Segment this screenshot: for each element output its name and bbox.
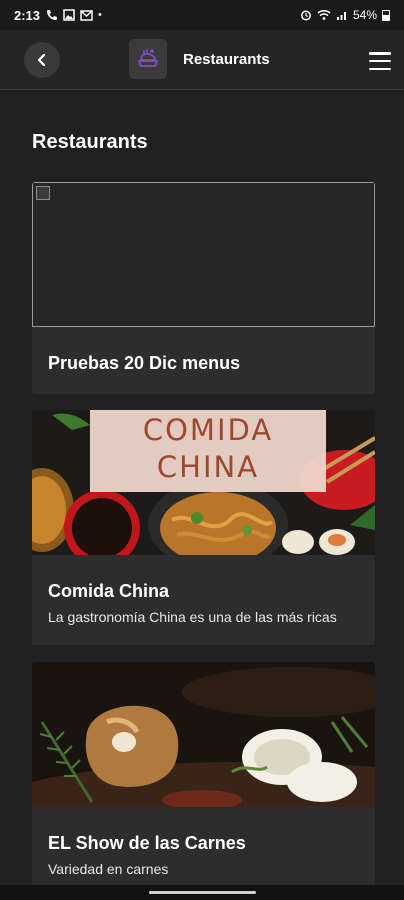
banner-text-china: CHINA <box>157 450 259 484</box>
chevron-left-icon <box>37 53 46 67</box>
home-gesture-handle[interactable] <box>149 891 256 894</box>
back-button[interactable] <box>24 42 60 78</box>
dot-icon: • <box>98 9 102 21</box>
app-logo <box>129 39 167 79</box>
hamburger-menu-button[interactable] <box>369 52 391 70</box>
signal-icon <box>336 12 346 20</box>
hamburger-menu-icon <box>369 52 391 55</box>
notification-icons: • <box>46 9 102 21</box>
restaurant-card[interactable]: Pruebas 20 Dic menus <box>32 182 375 394</box>
restaurant-name: Pruebas 20 Dic menus <box>48 353 241 373</box>
app-bar-title: Restaurants <box>183 51 270 68</box>
chinese-food-photo: COMIDA CHINA <box>32 410 375 555</box>
mail-icon <box>80 9 93 21</box>
gesture-navigation-bar <box>0 885 404 900</box>
restaurant-card[interactable]: COMIDA CHINA Comida China La gastronomía… <box>32 410 375 645</box>
restaurant-name: EL Show de las Carnes <box>48 833 246 853</box>
restaurant-description: Variedad en carnes <box>48 861 169 877</box>
wifi-icon <box>317 10 331 20</box>
image-icon <box>63 9 75 21</box>
alarm-icon <box>301 10 311 21</box>
battery-percent: 54% <box>352 8 377 22</box>
banner-text-comida: COMIDA <box>143 413 273 447</box>
restaurant-logo-icon <box>137 49 159 67</box>
restaurant-image-chinese-food: COMIDA CHINA <box>32 410 375 555</box>
app-bar: Restaurants <box>0 30 404 90</box>
status-right: 54% <box>300 8 390 22</box>
restaurant-description: La gastronomía China es una de las más r… <box>48 609 337 625</box>
status-time: 2:13 <box>14 7 41 23</box>
restaurant-image-broken <box>32 182 375 327</box>
broken-image-icon <box>36 186 50 200</box>
status-bar: 2:13 • 54% <box>0 0 404 30</box>
restaurant-card[interactable]: EL Show de las Carnes Variedad en carnes <box>32 662 375 887</box>
restaurant-image-meat <box>32 662 375 807</box>
page-title: Restaurants <box>32 131 148 153</box>
restaurant-name: Comida China <box>48 581 170 601</box>
hamburger-menu-icon <box>369 67 391 70</box>
call-icon <box>47 10 58 20</box>
hamburger-menu-icon <box>369 59 391 63</box>
battery-icon <box>382 9 390 21</box>
grilled-meat-photo <box>32 662 375 807</box>
